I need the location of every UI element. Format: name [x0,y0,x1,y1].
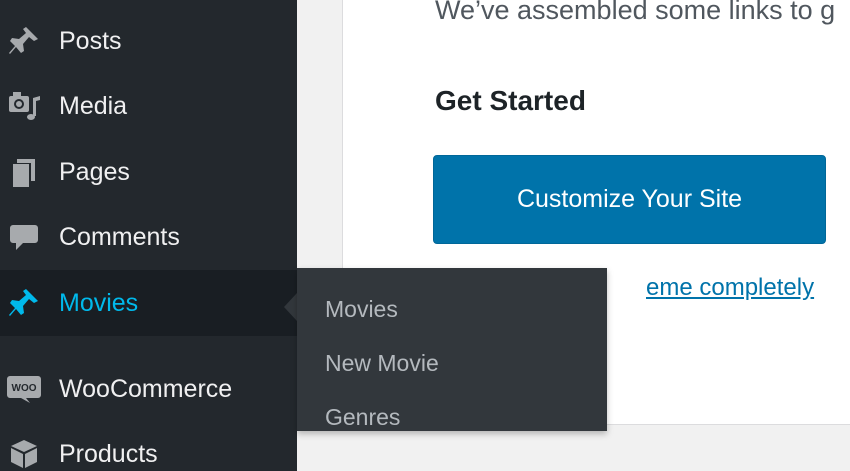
get-started-heading: Get Started [435,85,586,116]
sidebar-item-products[interactable]: Products [0,421,297,471]
wp-admin-screen: We’ve assembled some links to g Get Star… [0,0,850,471]
sidebar-item-comments[interactable]: Comments [0,204,297,270]
sidebar-item-pages[interactable]: Pages [0,139,297,205]
sidebar-item-label: Products [59,439,158,468]
submenu-item-new-movie[interactable]: New Movie [325,350,439,377]
sidebar-item-label: Media [59,91,128,120]
welcome-intro-text: We’ve assembled some links to g [435,0,836,25]
pages-icon [4,152,44,192]
box-icon [4,434,44,471]
pin-icon [4,283,44,323]
sidebar-item-media[interactable]: Media [0,73,297,139]
submenu-item-movies[interactable]: Movies [325,296,398,323]
media-icon [4,86,44,126]
movies-submenu: Movies New Movie Genres [297,268,607,431]
sidebar-item-posts[interactable]: Posts [0,8,297,74]
flyout-pointer [284,293,297,321]
pin-icon [4,21,44,61]
sidebar-item-label: Pages [59,157,130,186]
sidebar-item-label: WooCommerce [59,374,233,403]
sidebar-item-movies[interactable]: Movies [0,270,297,336]
admin-sidebar: Posts Media Pages Comments Movies WOO Wo… [0,0,297,471]
change-theme-link[interactable]: eme completely [646,274,814,302]
comment-icon [4,217,44,257]
submenu-item-genres[interactable]: Genres [325,404,400,431]
sidebar-item-label: Movies [59,288,139,317]
sidebar-item-woocommerce[interactable]: WOO WooCommerce [0,356,297,422]
woo-icon: WOO [4,369,44,409]
sidebar-item-label: Posts [59,26,122,55]
customize-site-button[interactable]: Customize Your Site [433,155,826,244]
sidebar-item-label: Comments [59,222,180,251]
svg-text:WOO: WOO [12,383,37,394]
